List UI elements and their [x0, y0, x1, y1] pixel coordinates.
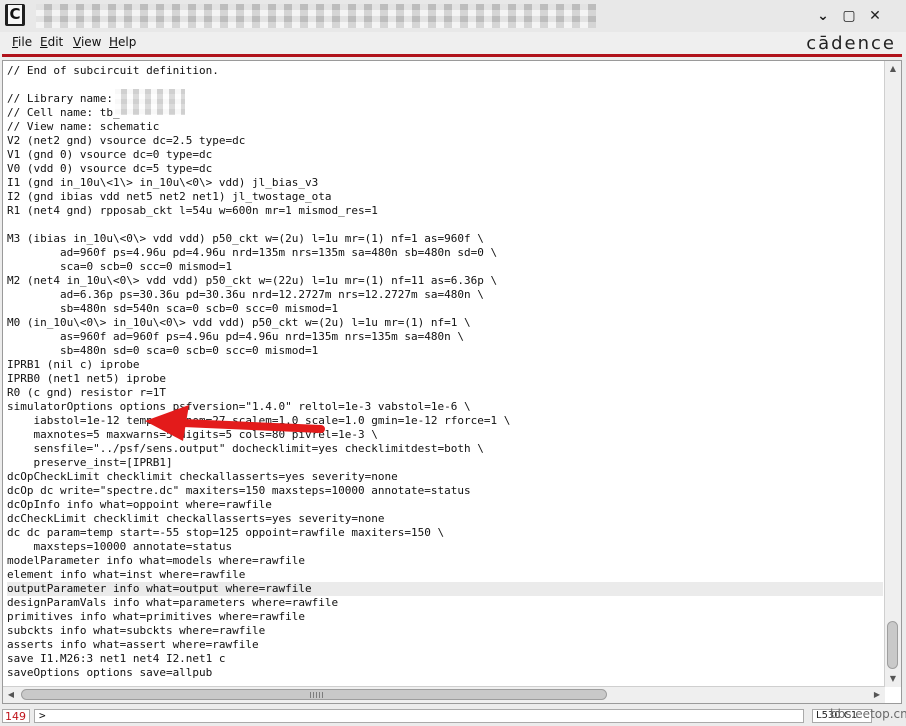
code-line[interactable]: saveOptions options save=allpub: [7, 666, 883, 680]
horizontal-scroll-thumb[interactable]: [21, 689, 607, 700]
minimize-button[interactable]: ⌄: [814, 7, 832, 25]
code-line[interactable]: dcOpInfo info what=oppoint where=rawfile: [7, 498, 883, 512]
code-line[interactable]: preserve_inst=[IPRB1]: [7, 456, 883, 470]
code-line[interactable]: V0 (vdd 0) vsource dc=5 type=dc: [7, 162, 883, 176]
vertical-scrollbar[interactable]: ▲ ▼: [884, 61, 901, 687]
code-line[interactable]: asserts info what=assert where=rawfile: [7, 638, 883, 652]
netlist-editor[interactable]: // End of subcircuit definition.// Libra…: [2, 60, 902, 704]
code-line[interactable]: sb=480n sd=540n sca=0 scb=0 scc=0 mismod…: [7, 302, 883, 316]
code-line[interactable]: [7, 218, 883, 232]
code-line[interactable]: I1 (gnd in_10u\<1\> in_10u\<0\> vdd) jl_…: [7, 176, 883, 190]
redacted-library-name: [115, 89, 185, 115]
close-button[interactable]: ✕: [866, 7, 884, 25]
code-line[interactable]: IPRB0 (net1 net5) iprobe: [7, 372, 883, 386]
line-count-field: 149: [2, 709, 30, 723]
status-bar: 149 > L530 C1: [0, 706, 906, 726]
title-bar: C ⌄ ▢ ✕: [0, 0, 906, 33]
window-title-redacted: [36, 4, 596, 28]
code-line[interactable]: sensfile="../psf/sens.output" dochecklim…: [7, 442, 883, 456]
code-line[interactable]: M2 (net4 in_10u\<0\> vdd vdd) p50_ckt w=…: [7, 274, 883, 288]
arrow-shaft: [179, 419, 325, 433]
scroll-up-icon[interactable]: ▲: [886, 62, 900, 76]
code-line[interactable]: R1 (net4 gnd) rpposab_ckt l=54u w=600n m…: [7, 204, 883, 218]
code-line[interactable]: V2 (net2 gnd) vsource dc=2.5 type=dc: [7, 134, 883, 148]
code-line[interactable]: maxsteps=10000 annotate=status: [7, 540, 883, 554]
code-line[interactable]: ad=960f ps=4.96u pd=4.96u nrd=135m nrs=1…: [7, 246, 883, 260]
horizontal-scrollbar[interactable]: ◀ ▶: [3, 686, 885, 703]
grip-icon: [310, 692, 324, 698]
code-line[interactable]: save I1.M26:3 net1 net4 I2.net1 c: [7, 652, 883, 666]
menu-bar: File Edit View Help cādence: [0, 32, 906, 54]
code-line[interactable]: dcCheckLimit checklimit checkallasserts=…: [7, 512, 883, 526]
menu-help[interactable]: Help: [109, 35, 136, 49]
code-line[interactable]: outputParameter info what=output where=r…: [7, 582, 883, 596]
code-line[interactable]: modelParameter info what=models where=ra…: [7, 554, 883, 568]
code-line[interactable]: subckts info what=subckts where=rawfile: [7, 624, 883, 638]
code-line[interactable]: I2 (gnd ibias vdd net5 net2 net1) jl_two…: [7, 190, 883, 204]
cadence-app-icon: C: [5, 4, 25, 26]
code-line[interactable]: element info what=inst where=rawfile: [7, 568, 883, 582]
command-input[interactable]: >: [34, 709, 804, 723]
netlist-text[interactable]: // End of subcircuit definition.// Libra…: [7, 64, 883, 680]
watermark: bbs.eetop.cn: [830, 707, 906, 721]
code-line[interactable]: M0 (in_10u\<0\> in_10u\<0\> vdd vdd) p50…: [7, 316, 883, 330]
code-line[interactable]: iabstol=1e-12 temp=25 tnom=27 scalem=1.0…: [7, 414, 883, 428]
code-line[interactable]: // End of subcircuit definition.: [7, 64, 883, 78]
code-line[interactable]: simulatorOptions options psfversion="1.4…: [7, 400, 883, 414]
brand-divider: [2, 54, 902, 57]
arrow-head: [145, 405, 189, 441]
cadence-logo: cādence: [806, 33, 896, 54]
code-line[interactable]: as=960f ad=960f ps=4.96u pd=4.96u nrd=13…: [7, 330, 883, 344]
vertical-scroll-thumb[interactable]: [887, 621, 898, 669]
code-line[interactable]: primitives info what=primitives where=ra…: [7, 610, 883, 624]
menu-edit[interactable]: Edit: [40, 35, 63, 49]
code-line[interactable]: IPRB1 (nil c) iprobe: [7, 358, 883, 372]
code-line[interactable]: dcOpCheckLimit checklimit checkallassert…: [7, 470, 883, 484]
scroll-down-icon[interactable]: ▼: [886, 672, 900, 686]
code-line[interactable]: sca=0 scb=0 scc=0 mismod=1: [7, 260, 883, 274]
menu-view[interactable]: View: [73, 35, 101, 49]
code-line[interactable]: designParamVals info what=parameters whe…: [7, 596, 883, 610]
code-line[interactable]: R0 (c gnd) resistor r=1T: [7, 386, 883, 400]
code-line[interactable]: M3 (ibias in_10u\<0\> vdd vdd) p50_ckt w…: [7, 232, 883, 246]
code-line[interactable]: maxnotes=5 maxwarns=5 digits=5 cols=80 p…: [7, 428, 883, 442]
scroll-right-icon[interactable]: ▶: [870, 688, 884, 702]
menu-file[interactable]: File: [12, 35, 32, 49]
code-line[interactable]: ad=6.36p ps=30.36u pd=30.36u nrd=12.2727…: [7, 288, 883, 302]
maximize-button[interactable]: ▢: [840, 7, 858, 25]
code-line[interactable]: dcOp dc write="spectre.dc" maxiters=150 …: [7, 484, 883, 498]
scroll-left-icon[interactable]: ◀: [4, 688, 18, 702]
code-line[interactable]: // View name: schematic: [7, 120, 883, 134]
code-line[interactable]: V1 (gnd 0) vsource dc=0 type=dc: [7, 148, 883, 162]
red-annotation-arrow: [145, 405, 325, 441]
code-line[interactable]: dc dc param=temp start=-55 stop=125 oppo…: [7, 526, 883, 540]
code-line[interactable]: sb=480n sd=0 sca=0 scb=0 scc=0 mismod=1: [7, 344, 883, 358]
